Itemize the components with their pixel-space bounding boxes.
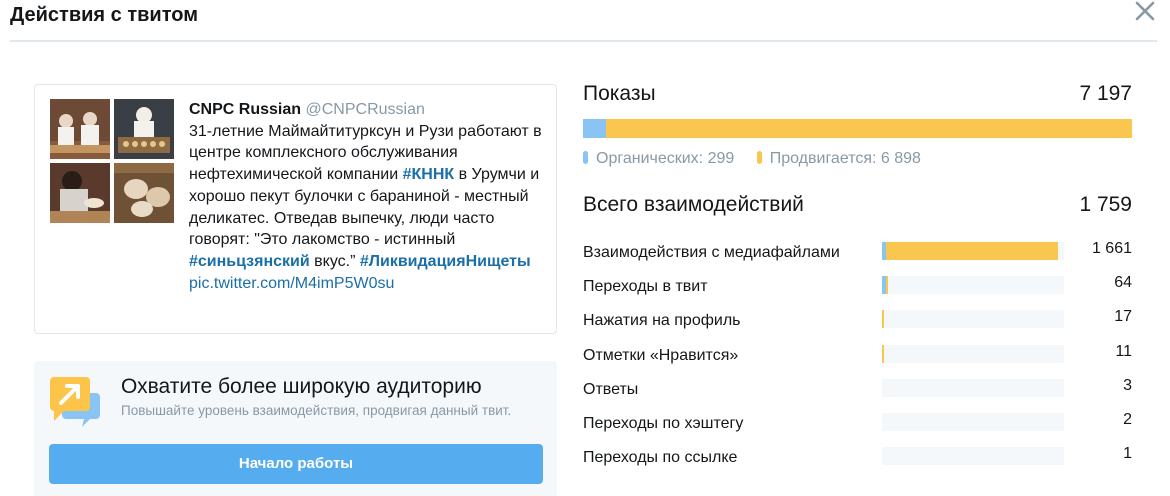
get-started-button[interactable]: Начало работы — [49, 444, 543, 484]
kneading-photo-icon[interactable] — [50, 163, 110, 223]
legend-organic: Органических: 299 — [583, 150, 734, 168]
hashtag-link[interactable]: #ЛиквидацияНищеты — [360, 253, 531, 270]
engagements-row: Всего взаимодействий 1 759 — [583, 193, 1132, 221]
engagement-value: 64 — [1114, 274, 1132, 292]
engagement-bar-promoted — [886, 276, 888, 295]
engagement-row: Переходы по ссылке 1 — [583, 445, 1132, 479]
engagement-row: Переходы в твит 64 — [583, 274, 1132, 308]
engagement-row: Ответы 3 — [583, 377, 1132, 411]
engagement-value: 17 — [1114, 308, 1132, 326]
engagement-bar-promoted — [882, 344, 884, 363]
engagement-bar — [882, 413, 1064, 431]
impressions-legend: Органических: 299 Продвигается: 6 898 — [583, 150, 939, 168]
hashtag-link[interactable]: #синьцзянский — [189, 253, 310, 270]
tweet-media-grid[interactable] — [50, 99, 176, 225]
engagement-bar — [882, 276, 1064, 295]
impressions-value: 7 197 — [1079, 82, 1132, 105]
engagement-row: Отметки «Нравится» 11 — [583, 343, 1132, 377]
engagement-bar — [882, 378, 1064, 397]
engagement-bar — [882, 447, 1064, 466]
promote-subtitle: Повышайте уровень взаимодействия, продви… — [121, 403, 512, 418]
tweet-author[interactable]: CNPC Russian @CNPCRussian — [189, 99, 549, 121]
engagements-value: 1 759 — [1079, 193, 1132, 216]
tweet-body: CNPC Russian @CNPCRussian 31-летние Майм… — [189, 99, 549, 294]
media-link[interactable]: pic.twitter.com/M4imP5W0su — [189, 275, 394, 292]
legend-organic-swatch — [583, 151, 588, 164]
engagement-row: Переходы по хэштегу 2 — [583, 411, 1132, 445]
promote-panel: Охватите более широкую аудиторию Повышай… — [34, 361, 557, 496]
engagement-bar — [882, 344, 1064, 363]
engagement-label: Переходы в твит — [583, 278, 708, 296]
author-name[interactable]: CNPC Russian — [189, 101, 301, 118]
legend-promoted-swatch — [756, 151, 762, 164]
engagement-bar — [882, 242, 1064, 260]
tweet-text-part: вкус.” — [309, 252, 360, 270]
tweet-text: 31-летние Маймайтитурксун и Рузи работаю… — [189, 121, 549, 295]
engagement-label: Отметки «Нравится» — [583, 346, 739, 364]
engagement-value: 2 — [1123, 411, 1132, 428]
engagements-label: Всего взаимодействий — [583, 193, 804, 216]
engagement-value: 3 — [1123, 376, 1132, 394]
tweet-card[interactable]: CNPC Russian @CNPCRussian 31-летние Майм… — [34, 84, 557, 334]
engagement-label: Ответы — [583, 380, 639, 398]
close-icon[interactable] — [1133, 0, 1157, 26]
modal-title: Действия с твитом — [10, 4, 198, 26]
impressions-label: Показы — [583, 82, 656, 105]
legend-organic-label: Органических: 299 — [596, 150, 735, 167]
close-icon-glyph — [1135, 1, 1155, 21]
promote-title: Охватите более широкую аудиторию — [121, 375, 482, 398]
legend-promoted: Продвигается: 6 898 — [756, 150, 921, 168]
engagement-row: Нажатия на профиль 17 — [583, 308, 1132, 342]
engagement-value: 1 661 — [1091, 240, 1132, 257]
legend-promoted-label: Продвигается: 6 898 — [769, 150, 921, 167]
impressions-row: Показы 7 197 — [583, 82, 1132, 110]
dumplings-photo-icon[interactable] — [114, 163, 174, 223]
engagement-label: Взаимодействия с медиафайлами — [583, 244, 840, 261]
bread-tray-photo-icon[interactable] — [114, 99, 174, 159]
impressions-organic-fill — [583, 119, 606, 138]
bakers-photo-icon[interactable] — [50, 99, 110, 159]
engagement-bar-promoted — [886, 242, 1058, 260]
modal-header: Действия с твитом — [10, 0, 1157, 42]
impressions-promoted-fill — [606, 119, 1132, 138]
promote-icon — [50, 377, 100, 427]
engagement-bar-promoted — [882, 310, 884, 329]
engagement-label: Переходы по хэштегу — [583, 415, 744, 432]
engagement-value: 11 — [1115, 342, 1132, 360]
author-handle[interactable]: @CNPCRussian — [305, 101, 424, 118]
engagement-label: Нажатия на профиль — [583, 312, 741, 330]
hashtag-link[interactable]: #КННК — [403, 166, 455, 183]
engagement-bar — [882, 310, 1064, 329]
engagement-value: 1 — [1123, 445, 1132, 463]
engagement-label: Переходы по ссылке — [583, 449, 738, 467]
impressions-bar — [583, 119, 1132, 138]
engagement-row: Взаимодействия с медиафайлами 1 661 — [583, 240, 1132, 274]
